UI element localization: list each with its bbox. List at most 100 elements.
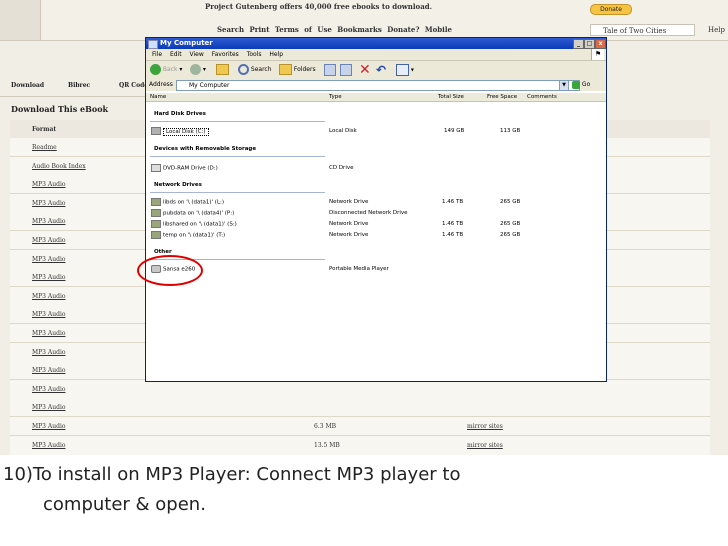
tab-bibrec[interactable]: Bibrec (68, 82, 90, 89)
format-link[interactable]: MP3 Audio (32, 311, 65, 318)
format-link[interactable]: MP3 Audio (32, 330, 65, 337)
format-link[interactable]: MP3 Audio (32, 181, 65, 188)
menu-favorites[interactable]: Favorites (212, 51, 239, 58)
tab-download[interactable]: Download (11, 82, 44, 89)
format-link[interactable]: MP3 Audio (32, 442, 65, 449)
maximize-button[interactable]: □ (584, 39, 595, 49)
nav-terms-link[interactable]: Terms of Use (275, 25, 332, 34)
computer-icon (148, 40, 158, 49)
network-drive-type: Disconnected Network Drive (329, 210, 408, 216)
nav-mobile-link[interactable]: Mobile (425, 25, 452, 34)
network-drive-icon (151, 198, 161, 206)
window-titlebar: My Computer _ □ x (146, 38, 606, 49)
file-size: 13.5 MB (314, 441, 340, 449)
free-space-column[interactable]: Free Space (487, 93, 517, 101)
window-title: My Computer (160, 39, 213, 47)
views-icon (396, 64, 409, 76)
format-link[interactable]: MP3 Audio (32, 256, 65, 263)
address-bar: Address My Computer ▼ Go (146, 79, 606, 91)
network-drive-item[interactable]: pubdata on '\ (data4)' (P:) (151, 209, 234, 217)
nav-search-link[interactable]: Search (217, 25, 244, 34)
instruction-caption: 10)To install on MP3 Player: Connect MP3… (3, 460, 723, 520)
forward-button[interactable]: ▾ (190, 64, 206, 76)
offer-text: Project Gutenberg offers 40,000 free ebo… (205, 2, 433, 11)
address-label: Address (149, 81, 173, 88)
go-button[interactable]: Go (572, 79, 590, 91)
hard-drive-icon (151, 127, 161, 135)
type-column[interactable]: Type (329, 93, 342, 101)
network-drive-free: 265 GB (500, 232, 521, 238)
book-title-field[interactable]: Tale of Two Cities (590, 24, 695, 36)
table-row: MP3 Audio (10, 398, 710, 418)
highlight-circle (137, 255, 203, 286)
caption-line-1: 10)To install on MP3 Player: Connect MP3… (3, 464, 461, 485)
mirror-sites-link[interactable]: mirror sites (467, 442, 503, 449)
section-title: Download This eBook (11, 104, 109, 114)
network-drive-item[interactable]: temp on '\ (data1)' (T:) (151, 231, 225, 239)
comments-column[interactable]: Comments (527, 93, 557, 101)
nav-print-link[interactable]: Print (250, 25, 270, 34)
caption-line-2: computer & open. (43, 494, 206, 515)
donate-button[interactable]: Donate (590, 4, 632, 15)
header-nav: Search Print Terms of Use Bookmarks Dona… (217, 25, 452, 34)
name-column[interactable]: Name (150, 93, 166, 101)
format-link[interactable]: MP3 Audio (32, 218, 65, 225)
dvd-drive-item[interactable]: DVD-RAM Drive (D:) (151, 164, 218, 172)
format-link[interactable]: MP3 Audio (32, 367, 65, 374)
network-drive-icon (151, 231, 161, 239)
folders-button[interactable]: Folders (279, 64, 316, 76)
table-row: MP3 Audio 13.5 MB mirror sites (10, 435, 710, 455)
total-size-column[interactable]: Total Size (438, 93, 464, 101)
format-link[interactable]: MP3 Audio (32, 404, 65, 411)
format-link[interactable]: MP3 Audio (32, 293, 65, 300)
my-computer-window: My Computer _ □ x File Edit View Favorit… (145, 37, 607, 382)
group-divider (150, 192, 325, 193)
tab-qr-code[interactable]: QR Code (119, 82, 148, 89)
format-link[interactable]: MP3 Audio (32, 237, 65, 244)
format-link[interactable]: MP3 Audio (32, 423, 65, 430)
go-arrow-icon (572, 80, 580, 89)
mirror-sites-link[interactable]: mirror sites (467, 423, 503, 430)
local-disk-item[interactable]: Local Disk (C:) (151, 127, 209, 136)
folders-icon (279, 64, 292, 75)
nav-bookmarks-link[interactable]: Bookmarks (337, 25, 382, 34)
format-link[interactable]: MP3 Audio (32, 386, 65, 393)
address-value: My Computer (189, 82, 230, 89)
close-button[interactable]: x (595, 39, 606, 49)
local-disk-free: 113 GB (500, 128, 521, 134)
format-link[interactable]: Audio Book Index (32, 163, 86, 170)
format-link[interactable]: Readme (32, 144, 57, 151)
move-to-icon[interactable] (324, 64, 336, 76)
format-link[interactable]: MP3 Audio (32, 200, 65, 207)
menu-tools[interactable]: Tools (247, 51, 262, 58)
network-drive-total: 1.46 TB (442, 232, 464, 238)
format-link[interactable]: MP3 Audio (32, 274, 65, 281)
menu-help[interactable]: Help (269, 51, 283, 58)
search-icon (238, 64, 249, 75)
format-link[interactable]: MP3 Audio (32, 349, 65, 356)
minimize-button[interactable]: _ (573, 39, 584, 49)
menu-bar: File Edit View Favorites Tools Help ⚑ (146, 49, 606, 60)
windows-flag-icon: ⚑ (591, 49, 604, 60)
search-button[interactable]: Search (238, 64, 272, 76)
menu-view[interactable]: View (190, 51, 204, 58)
menu-file[interactable]: File (152, 51, 162, 58)
address-input[interactable]: My Computer (176, 80, 580, 91)
group-divider (150, 121, 325, 122)
network-drive-type: Network Drive (329, 232, 369, 238)
menu-edit[interactable]: Edit (170, 51, 182, 58)
delete-icon[interactable]: ✕ (359, 63, 371, 77)
group-divider (150, 156, 325, 157)
up-folder-button[interactable] (216, 64, 229, 76)
views-button[interactable]: ▾ (396, 64, 414, 76)
address-dropdown-icon[interactable]: ▼ (559, 80, 569, 91)
nav-donate-link[interactable]: Donate? (387, 25, 419, 34)
network-drive-item[interactable]: libds on '\ (data1)' (L:) (151, 198, 224, 206)
copy-to-icon[interactable] (340, 64, 352, 76)
undo-icon[interactable]: ↶ (376, 64, 386, 76)
help-link[interactable]: Help (708, 26, 725, 34)
local-disk-type: Local Disk (329, 128, 357, 134)
network-drive-item[interactable]: libshared on '\ (data1)' (S:) (151, 220, 237, 228)
back-button[interactable]: Back ▾ (150, 64, 182, 76)
group-network-drives: Network Drives (154, 182, 202, 188)
